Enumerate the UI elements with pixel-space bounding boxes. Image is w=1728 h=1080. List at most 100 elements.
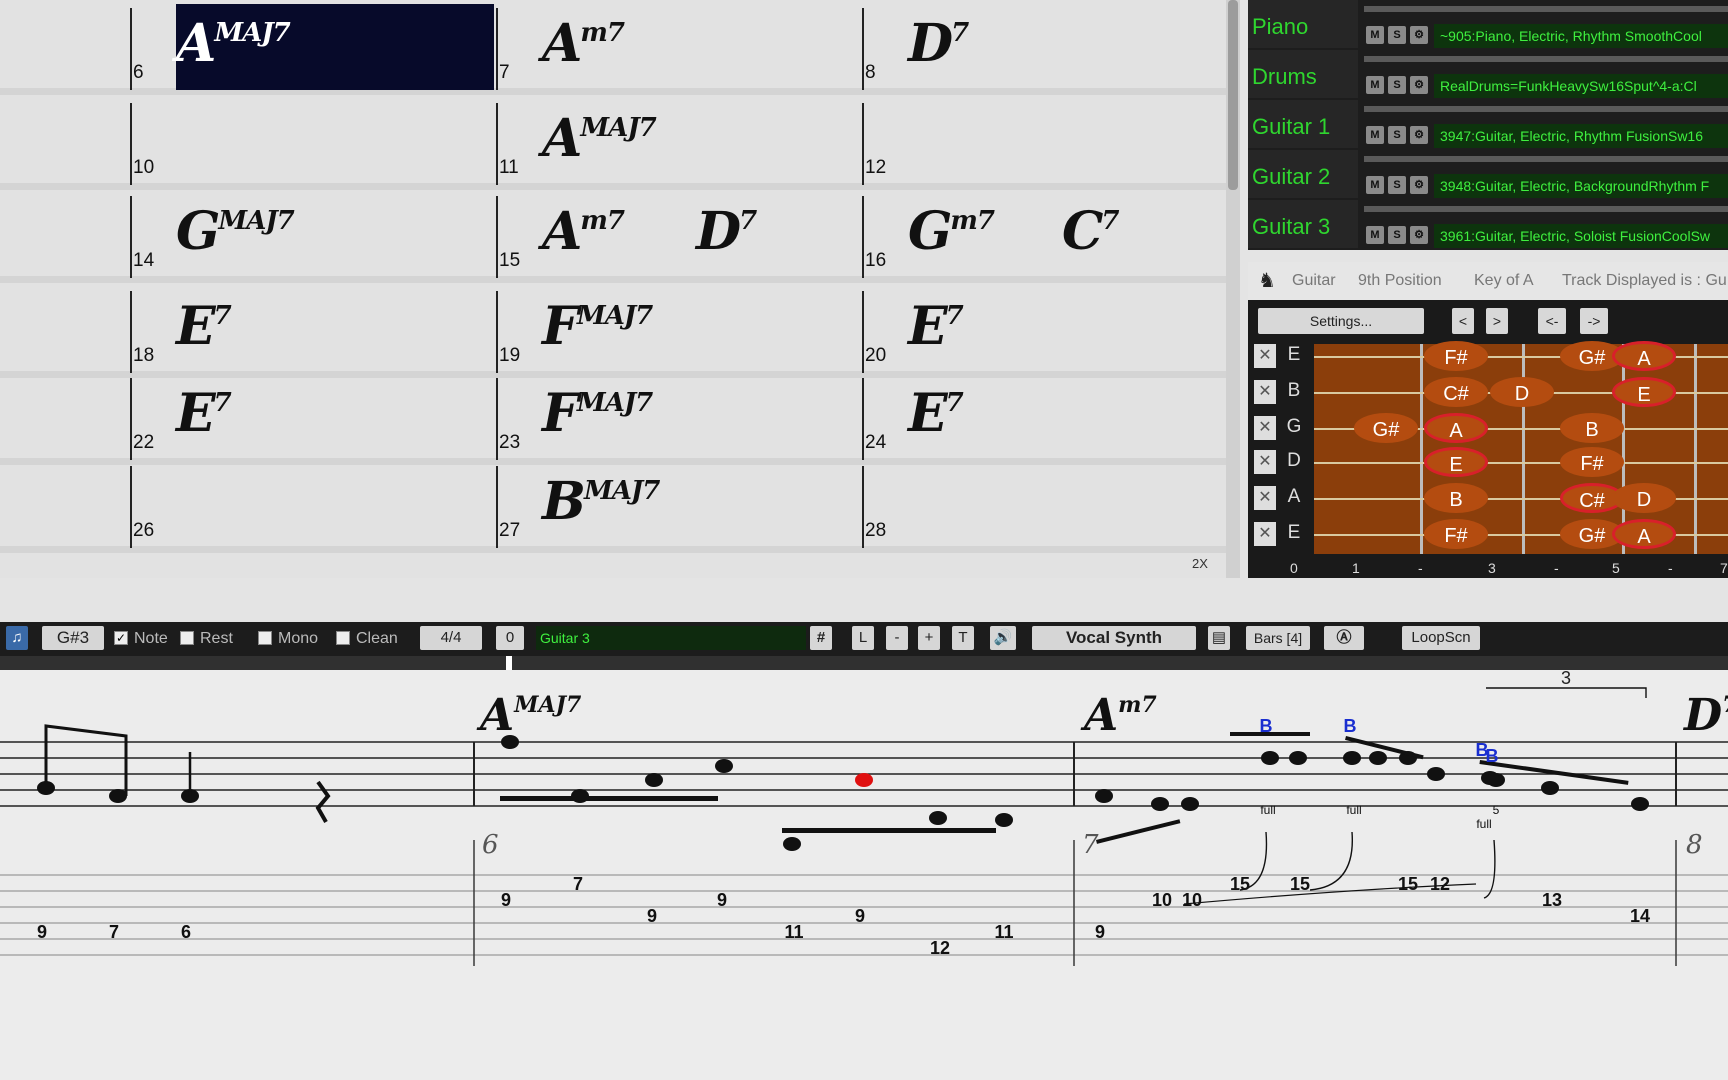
fretboard-note[interactable]: E: [1612, 377, 1676, 407]
guitar-prev-button[interactable]: <: [1452, 308, 1474, 334]
chord-bar[interactable]: 27 BMAJ7: [496, 458, 860, 548]
plus-button[interactable]: +: [918, 626, 940, 650]
chord-bar[interactable]: 10: [130, 95, 494, 185]
fretboard-note[interactable]: D: [1612, 483, 1676, 513]
chord-symbol[interactable]: Am7: [542, 206, 625, 258]
guitar-settings-button[interactable]: Settings...: [1258, 308, 1424, 334]
chord-bar[interactable]: 6 AMAJ7: [130, 0, 494, 90]
chord-bar[interactable]: 8 D7: [862, 0, 1226, 90]
volume-slider[interactable]: [1364, 156, 1728, 162]
sharp-button[interactable]: #: [810, 626, 832, 650]
mixer-track[interactable]: Piano M S ⚙ ~905:Piano, Electric, Rhythm Smo…: [1248, 0, 1728, 50]
speaker-icon[interactable]: 🔊: [990, 626, 1016, 650]
fretboard-note[interactable]: F#: [1424, 341, 1488, 371]
scrollbar-thumb[interactable]: [1228, 0, 1238, 190]
chord-symbol[interactable]: Am7: [542, 18, 625, 70]
chord-bar[interactable]: 11 AMAJ7: [496, 95, 860, 185]
mute-button[interactable]: M: [1366, 176, 1384, 194]
mono-checkbox[interactable]: [258, 631, 272, 645]
fretboard-note[interactable]: A: [1424, 413, 1488, 443]
offset-field[interactable]: 0: [496, 626, 524, 650]
note-checkbox[interactable]: ✓: [114, 631, 128, 645]
volume-slider[interactable]: [1364, 206, 1728, 212]
mute-button[interactable]: M: [1366, 226, 1384, 244]
chord-symbol[interactable]: AMAJ7: [542, 113, 657, 165]
fretboard[interactable]: ✕ E ✕ B ✕ G ✕ D ✕ A ✕ E F# G# A C# D E G# A B E F# B C# D F# G# A 0 1-…: [1248, 340, 1728, 578]
mute-button[interactable]: M: [1366, 126, 1384, 144]
string-mute-button[interactable]: ✕: [1254, 522, 1276, 546]
patch-name[interactable]: ~905:Piano, Electric, Rhythm SmoothCool: [1434, 24, 1728, 48]
chord-symbol[interactable]: D7: [908, 18, 969, 70]
fretboard-note[interactable]: B: [1424, 483, 1488, 513]
minus-button[interactable]: -: [886, 626, 908, 650]
time-signature-field[interactable]: 4/4: [420, 626, 482, 650]
chord-bar[interactable]: 12: [862, 95, 1226, 185]
guitar-move-left-button[interactable]: <-: [1538, 308, 1566, 334]
patch-name[interactable]: 3947:Guitar, Electric, Rhythm FusionSw16: [1434, 124, 1728, 148]
string-mute-button[interactable]: ✕: [1254, 416, 1276, 440]
position-marker[interactable]: [506, 656, 512, 670]
solo-button[interactable]: S: [1388, 26, 1406, 44]
song-position-bar[interactable]: [0, 656, 1728, 670]
chord-symbol[interactable]: E7: [908, 388, 964, 440]
note-value-field[interactable]: G#3: [42, 626, 104, 650]
solo-button[interactable]: S: [1388, 126, 1406, 144]
chord-symbol[interactable]: E7: [908, 301, 964, 353]
chord-sheet[interactable]: 6 AMAJ7 7 Am7 8 D7 10 11 AMAJ7 12 14 GMAJ7 15 Am7 D7 16…: [0, 0, 1228, 578]
fretboard-note[interactable]: A: [1612, 519, 1676, 549]
mute-button[interactable]: M: [1366, 76, 1384, 94]
patch-name[interactable]: RealDrums=FunkHeavySw16Sput^4-a:Cl: [1434, 74, 1728, 98]
chord-bar[interactable]: 7 Am7: [496, 0, 860, 90]
chord-bar[interactable]: 20 E7: [862, 283, 1226, 373]
notation-mode-icon[interactable]: ♫: [6, 626, 28, 650]
gear-icon[interactable]: ⚙: [1410, 76, 1428, 94]
track-selector[interactable]: Guitar 3: [536, 626, 806, 650]
rest-checkbox[interactable]: [180, 631, 194, 645]
chord-symbol[interactable]: Gm7: [908, 206, 995, 258]
chord-bar[interactable]: 23 FMAJ7: [496, 370, 860, 460]
chord-bar[interactable]: 18 E7: [130, 283, 494, 373]
chord-bar[interactable]: 15 Am7 D7: [496, 188, 860, 278]
mixer-track[interactable]: Drums M S ⚙ RealDrums=FunkHeavySw16Sput^4-a:…: [1248, 50, 1728, 100]
gear-icon[interactable]: ⚙: [1410, 26, 1428, 44]
chord-bar[interactable]: 24 E7: [862, 370, 1226, 460]
guitar-next-button[interactable]: >: [1486, 308, 1508, 334]
fretboard-note[interactable]: B: [1560, 413, 1624, 443]
gear-icon[interactable]: ⚙: [1410, 126, 1428, 144]
patch-name[interactable]: 3948:Guitar, Electric, BackgroundRhythm …: [1434, 174, 1728, 198]
chord-symbol[interactable]: E7: [176, 301, 232, 353]
loopscn-button[interactable]: LoopScn: [1402, 626, 1480, 650]
fretboard-note[interactable]: A: [1612, 341, 1676, 371]
chord-symbol[interactable]: FMAJ7: [542, 388, 653, 440]
mute-button[interactable]: M: [1366, 26, 1384, 44]
vocal-synth-button[interactable]: Vocal Synth: [1032, 626, 1196, 650]
solo-button[interactable]: S: [1388, 176, 1406, 194]
l-button[interactable]: L: [852, 626, 874, 650]
mixer-track[interactable]: Guitar 2 M S ⚙ 3948:Guitar, Electric, Backgr…: [1248, 150, 1728, 200]
volume-slider[interactable]: [1364, 6, 1728, 12]
solo-button[interactable]: S: [1388, 76, 1406, 94]
fretboard-note[interactable]: E: [1424, 447, 1488, 477]
string-mute-button[interactable]: ✕: [1254, 344, 1276, 368]
fretboard-note[interactable]: D: [1490, 377, 1554, 407]
chord-symbol[interactable]: D7: [696, 206, 757, 258]
piano-roll-icon[interactable]: ▤: [1208, 626, 1230, 650]
clean-checkbox[interactable]: [336, 631, 350, 645]
chord-bar[interactable]: 16 Gm7 C7: [862, 188, 1226, 278]
bars-button[interactable]: Bars [4]: [1246, 626, 1310, 650]
patch-name[interactable]: 3961:Guitar, Electric, Soloist FusionCoo…: [1434, 224, 1728, 248]
gear-icon[interactable]: ⚙: [1410, 176, 1428, 194]
chord-bar[interactable]: 28: [862, 458, 1226, 548]
string-mute-button[interactable]: ✕: [1254, 486, 1276, 510]
chord-symbol[interactable]: FMAJ7: [542, 301, 653, 353]
a-icon[interactable]: Ⓐ: [1324, 626, 1364, 650]
chord-bar[interactable]: 26: [130, 458, 494, 548]
string-mute-button[interactable]: ✕: [1254, 450, 1276, 474]
fretboard-note[interactable]: C#: [1424, 377, 1488, 407]
fretboard-note[interactable]: F#: [1560, 447, 1624, 477]
gear-icon[interactable]: ⚙: [1410, 226, 1428, 244]
volume-slider[interactable]: [1364, 106, 1728, 112]
guitar-move-right-button[interactable]: ->: [1580, 308, 1608, 334]
chord-symbol[interactable]: BMAJ7: [542, 476, 660, 528]
fretboard-note[interactable]: G#: [1354, 413, 1418, 443]
